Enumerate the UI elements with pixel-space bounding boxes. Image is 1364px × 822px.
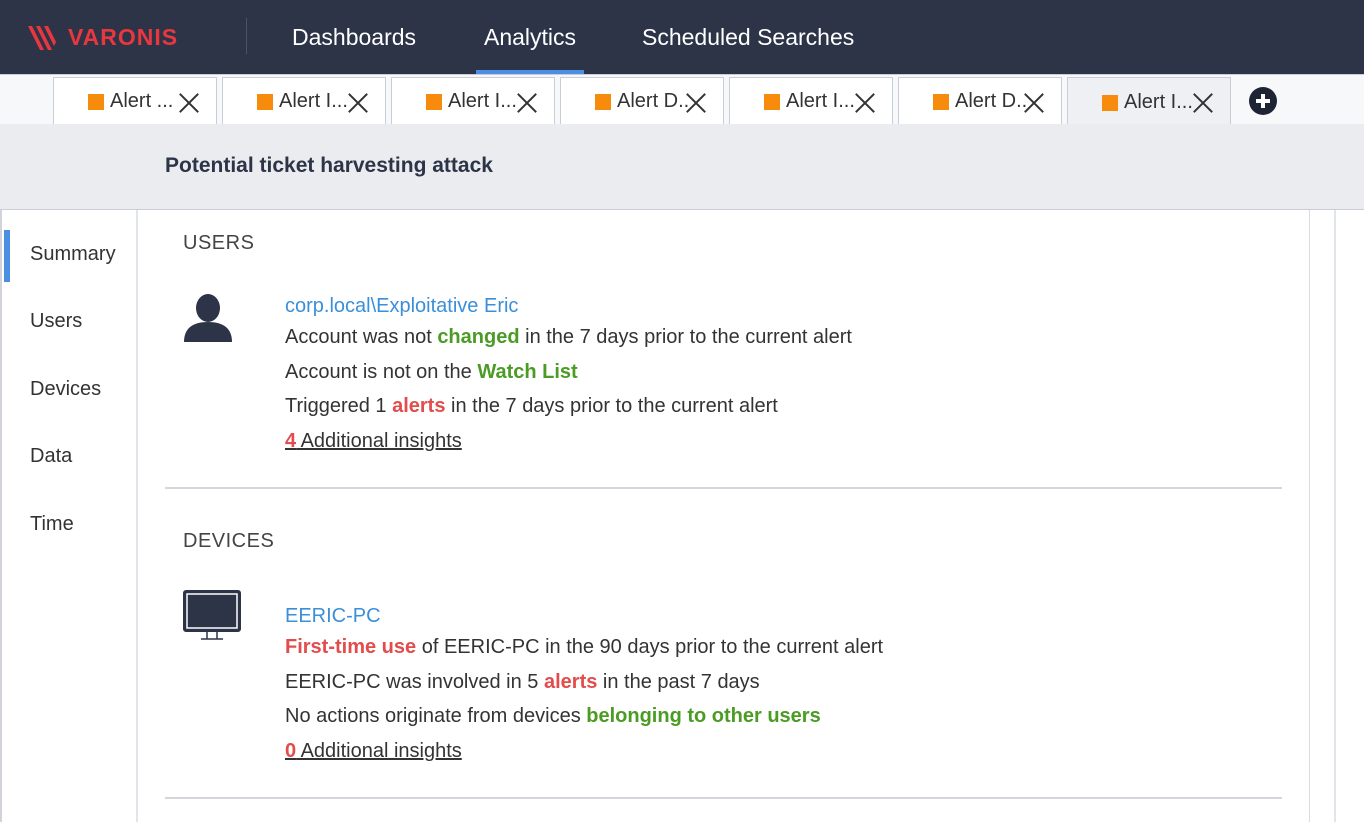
sidebar-item-summary[interactable]: Summary [30, 243, 116, 266]
insight-count: 4 [285, 430, 297, 452]
devices-section-title: DEVICES [183, 530, 275, 552]
alert-tab-7[interactable]: Alert I... [1067, 77, 1231, 127]
text: EERIC-PC was involved in 5 [285, 671, 544, 693]
highlight-good: changed [437, 326, 520, 348]
section-sidebar: Summary Users Devices Data Time [0, 210, 138, 822]
brand-name: VARONIS [68, 23, 179, 50]
nav-dashboards[interactable]: Dashboards [292, 0, 416, 74]
highlight-bad: alerts [392, 395, 446, 417]
alert-tab-3[interactable]: Alert I... [391, 77, 555, 125]
sidebar-item-users[interactable]: Users [30, 310, 82, 333]
alert-header: Potential ticket harvesting attack [0, 124, 1364, 210]
user-icon [184, 294, 232, 342]
device-insight-first-use: First-time use of EERIC-PC in the 90 day… [285, 636, 883, 659]
section-divider [165, 487, 1282, 489]
user-insight-alerts: Triggered 1 alerts in the 7 days prior t… [285, 395, 778, 418]
user-insight-watchlist: Account is not on the Watch List [285, 361, 578, 384]
section-divider [165, 797, 1282, 799]
alert-status-icon [595, 93, 611, 110]
text: of EERIC-PC in the 90 days prior to the … [416, 636, 884, 658]
alert-tab-4[interactable]: Alert D... [560, 77, 724, 125]
varonis-logo-icon [28, 26, 56, 50]
text: in the 7 days prior to the current alert [445, 395, 778, 417]
users-section-title: USERS [183, 232, 255, 254]
device-insight-other-users: No actions originate from devices belong… [285, 705, 821, 728]
tab-label: Alert I... [279, 90, 348, 112]
text: No actions originate from devices [285, 705, 587, 727]
user-link[interactable]: corp.local\Exploitative Eric [285, 295, 518, 318]
tab-label: Alert ... [110, 90, 174, 112]
varonis-logo[interactable]: VARONIS [26, 22, 178, 52]
highlight-good: Watch List [477, 361, 578, 383]
insight-label: Additional insights [296, 740, 462, 762]
text: Account was not [285, 326, 438, 348]
nav-scheduled-searches[interactable]: Scheduled Searches [642, 0, 854, 74]
tab-label: Alert I... [786, 90, 855, 112]
highlight-good: belonging to other users [586, 705, 821, 727]
sidebar-item-time[interactable]: Time [30, 513, 74, 536]
alert-status-icon [764, 93, 780, 110]
alert-status-icon [426, 93, 442, 110]
top-navigation-bar: VARONIS Dashboards Analytics Scheduled S… [0, 0, 1364, 74]
user-additional-insights-link[interactable]: 4 Additional insights [285, 430, 462, 453]
alert-tab-1[interactable]: Alert ... [53, 77, 217, 125]
text: Account is not on the [285, 361, 478, 383]
insight-label: Additional insights [296, 430, 462, 452]
tab-label: Alert I... [448, 90, 517, 112]
alert-tab-6[interactable]: Alert D... [898, 77, 1062, 125]
alert-tab-5[interactable]: Alert I... [729, 77, 893, 125]
alert-tab-strip: Alert ... Alert I... Alert I... Alert D.… [0, 74, 1364, 127]
tab-label: Alert D... [617, 90, 689, 112]
device-insight-alerts: EERIC-PC was involved in 5 alerts in the… [285, 671, 760, 694]
nav-analytics[interactable]: Analytics [475, 0, 585, 74]
insight-count: 0 [285, 740, 297, 762]
text: in the 7 days prior to the current alert [519, 326, 852, 348]
highlight-bad: First-time use [285, 636, 417, 658]
monitor-icon [183, 590, 241, 640]
close-icon[interactable] [1023, 92, 1045, 114]
user-insight-changed: Account was not changed in the 7 days pr… [285, 326, 852, 349]
sidebar-item-data[interactable]: Data [30, 445, 72, 468]
close-icon[interactable] [178, 92, 200, 114]
text: Triggered 1 [285, 395, 393, 417]
device-additional-insights-link[interactable]: 0 Additional insights [285, 740, 462, 763]
sidebar-item-devices[interactable]: Devices [30, 378, 101, 401]
alert-tab-2[interactable]: Alert I... [222, 77, 386, 125]
alert-status-icon [257, 93, 273, 110]
tab-label: Alert I... [1124, 91, 1193, 113]
nav-divider [246, 18, 247, 54]
summary-content: USERS corp.local\Exploitative Eric Accou… [138, 210, 1310, 822]
close-icon[interactable] [347, 92, 369, 114]
tab-label: Alert D... [955, 90, 1027, 112]
page-title: Potential ticket harvesting attack [165, 154, 493, 177]
alert-status-icon [88, 93, 104, 110]
alert-status-icon [1102, 94, 1118, 111]
device-link[interactable]: EERIC-PC [285, 605, 381, 628]
highlight-bad: alerts [543, 671, 598, 693]
right-scroll-rail[interactable] [1310, 210, 1364, 822]
close-icon[interactable] [685, 92, 707, 114]
close-icon[interactable] [854, 92, 876, 114]
add-tab-icon[interactable] [1249, 87, 1277, 115]
close-icon[interactable] [1192, 92, 1214, 114]
close-icon[interactable] [516, 92, 538, 114]
alert-status-icon [933, 93, 949, 110]
text: in the past 7 days [597, 671, 760, 693]
active-indicator [4, 230, 10, 282]
